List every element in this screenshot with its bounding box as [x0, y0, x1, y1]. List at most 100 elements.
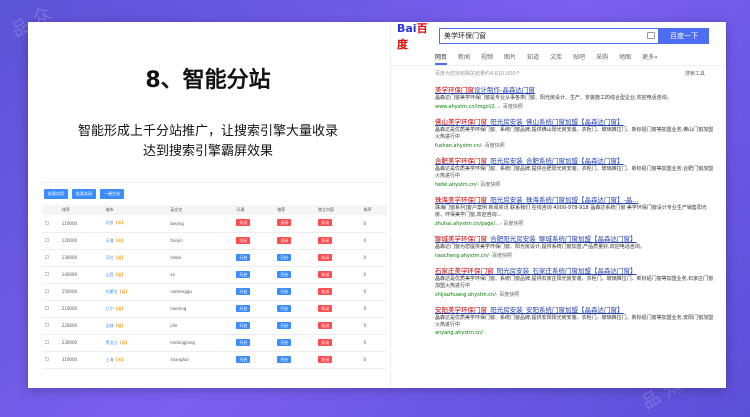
- row-checkbox[interactable]: [45, 323, 49, 327]
- toggle-button[interactable]: 开启: [236, 338, 251, 346]
- row-checkbox[interactable]: [45, 340, 49, 344]
- city-link[interactable]: 吉林: [106, 323, 114, 328]
- toggle-button[interactable]: 关闭: [317, 236, 332, 244]
- city-link[interactable]: 河北: [106, 255, 114, 260]
- search-tab[interactable]: 图片: [504, 52, 516, 65]
- toggle-cell: 关闭: [233, 215, 275, 233]
- result-title-link[interactable]: 合肥美学环保门窗_阳光房安装_合肥系统门窗加盟【晶森达门窗】: [435, 155, 715, 165]
- cache-link[interactable]: - 百度快照: [481, 143, 504, 149]
- cache-link[interactable]: - 百度快照: [496, 292, 519, 298]
- search-tab[interactable]: 采购: [596, 52, 608, 65]
- city-pinyin: hebei: [167, 249, 234, 267]
- cache-link[interactable]: - 百度快照: [500, 221, 523, 227]
- toggle-button[interactable]: 关闭: [317, 304, 332, 312]
- row-checkbox[interactable]: [45, 238, 49, 242]
- city-link[interactable]: 辽宁: [106, 306, 114, 311]
- search-input[interactable]: 美学环保门窗: [439, 28, 659, 44]
- row-checkbox[interactable]: [45, 357, 49, 361]
- toggle-button[interactable]: 开启: [277, 355, 292, 363]
- cache-link[interactable]: - 百度快照: [499, 104, 522, 110]
- search-tab[interactable]: 地图: [619, 52, 631, 65]
- toggle-button[interactable]: 关闭: [317, 355, 332, 363]
- table-row: 220000 吉林【省】 jilin 开启 开启 关闭 0: [42, 317, 387, 335]
- toggle-button[interactable]: 开启: [236, 287, 251, 295]
- city-link[interactable]: 内蒙古: [106, 289, 118, 294]
- toggle-cell: 开启: [274, 334, 315, 352]
- result-title-link[interactable]: 聊城美学环保门窗_合肥阳光房安装_聊城系统门窗加盟【晶森达门窗】: [435, 233, 715, 243]
- result-title-link[interactable]: 石家庄美学环保门窗_阳光房安装_石家庄系统门窗加盟【晶森达门窗】: [435, 265, 715, 275]
- table-row: 120000 天津【市】 tianjin 关闭 关闭 关闭 0: [42, 232, 387, 250]
- result-url-text[interactable]: hefei.ahystm.cn/: [435, 182, 477, 188]
- result-title-link[interactable]: 安阳美学环保门窗_阳光房安装_安阳系统门窗加盟【晶森达门窗】: [435, 304, 715, 314]
- admin-action-button[interactable]: 一键生成: [100, 189, 124, 199]
- result-url-text[interactable]: shijiazhuang.ahystm.cn/: [435, 292, 496, 298]
- cache-link[interactable]: - 百度快照: [489, 253, 512, 259]
- search-button[interactable]: 百度一下: [659, 28, 709, 44]
- result-title-link[interactable]: 珠海美学环保门窗_阳光房安装_珠海系统门窗加盟【晶森达门窗】-晶...: [435, 194, 715, 204]
- toggle-button[interactable]: 关闭: [277, 236, 292, 244]
- search-tools-link[interactable]: 搜索工具: [685, 70, 705, 77]
- toggle-cell: 开启: [233, 249, 275, 267]
- row-checkbox[interactable]: [45, 220, 49, 225]
- city-link[interactable]: 北京: [106, 220, 114, 225]
- search-tab[interactable]: 更多»: [642, 52, 658, 65]
- result-snippet: 晶森达是优质美学环保门窗、系统门窗品牌,提供石家庄阳光房安装、衣柜门、玻璃推拉门…: [435, 276, 714, 289]
- toggle-button[interactable]: 开启: [277, 287, 292, 295]
- toggle-button[interactable]: 关闭: [277, 219, 292, 227]
- toggle-button[interactable]: 开启: [236, 253, 251, 261]
- city-cell: 内蒙古【省】: [102, 283, 168, 301]
- toggle-button[interactable]: 开启: [277, 338, 292, 346]
- toggle-button[interactable]: 开启: [236, 321, 251, 329]
- toggle-button[interactable]: 关闭: [317, 321, 332, 329]
- toggle-button[interactable]: 关闭: [317, 270, 332, 278]
- toggle-button[interactable]: 关闭: [317, 219, 332, 227]
- search-result: 珠海美学环保门窗_阳光房安装_珠海系统门窗加盟【晶森达门窗】-晶... 珠海门窗系…: [435, 194, 715, 227]
- result-title-link[interactable]: 美学环保门窗设计制作-晶森达门窗: [435, 84, 715, 94]
- row-checkbox[interactable]: [45, 306, 49, 310]
- row-checkbox[interactable]: [45, 272, 49, 276]
- result-title-highlight: 合肥美学环保门窗: [435, 157, 487, 165]
- city-link[interactable]: 黑龙江: [106, 340, 118, 345]
- result-title-text: _阳光房安装_佛山系统门窗加盟【晶森达门窗】: [487, 118, 624, 126]
- sort-order: 0: [360, 334, 387, 352]
- city-pinyin: tianjin: [167, 232, 234, 250]
- region-code: 140000: [58, 266, 103, 284]
- result-title-link[interactable]: 佛山美学环保门窗_阳光房安装_佛山系统门窗加盟【晶森达门窗】: [435, 116, 715, 126]
- toggle-button[interactable]: 关闭: [236, 219, 251, 227]
- table-header: 城市: [102, 205, 168, 215]
- city-link[interactable]: 山西: [106, 272, 114, 277]
- toggle-button[interactable]: 关闭: [317, 287, 332, 295]
- cache-link[interactable]: - 百度快照: [477, 182, 500, 188]
- result-url-text[interactable]: liaocheng.ahystm.cn/: [435, 253, 489, 259]
- city-link[interactable]: 上海: [106, 357, 114, 362]
- admin-action-button[interactable]: 批量启用: [44, 189, 68, 199]
- search-tab[interactable]: 贴吧: [573, 52, 585, 65]
- row-checkbox[interactable]: [45, 255, 49, 259]
- toggle-button[interactable]: 关闭: [317, 338, 332, 346]
- search-tab[interactable]: 新闻: [458, 52, 470, 65]
- search-tab[interactable]: 视频: [481, 52, 493, 65]
- toggle-button[interactable]: 开启: [236, 304, 251, 312]
- baidu-logo[interactable]: Bai百度: [397, 22, 437, 52]
- search-tab[interactable]: 网页: [435, 52, 448, 65]
- toggle-button[interactable]: 开启: [277, 253, 292, 261]
- toggle-button[interactable]: 开启: [277, 321, 292, 329]
- toggle-button[interactable]: 开启: [236, 270, 251, 278]
- toggle-button[interactable]: 开启: [277, 270, 292, 278]
- result-url-text[interactable]: www.ahystm.cn/lmgcl/2...: [435, 104, 499, 110]
- toggle-button[interactable]: 关闭: [317, 253, 332, 261]
- search-tab[interactable]: 文库: [550, 52, 562, 65]
- search-tab[interactable]: 知道: [527, 52, 539, 65]
- admin-action-button[interactable]: 批量关闭: [72, 189, 96, 199]
- toggle-button[interactable]: 开启: [236, 355, 251, 363]
- result-url-text[interactable]: fushan.ahystm.cn/: [435, 143, 481, 149]
- toggle-button[interactable]: 开启: [277, 304, 292, 312]
- toggle-button[interactable]: 关闭: [236, 236, 251, 244]
- city-link[interactable]: 天津: [106, 238, 114, 243]
- toggle-cell: 关闭: [314, 215, 361, 233]
- select-cell: [42, 351, 59, 369]
- result-url-text[interactable]: zhuhai.ahystm.cn/page/...: [435, 221, 500, 227]
- camera-icon[interactable]: [647, 32, 655, 39]
- row-checkbox[interactable]: [45, 289, 49, 293]
- result-url-text[interactable]: anyang.ahystm.cn/: [435, 330, 483, 336]
